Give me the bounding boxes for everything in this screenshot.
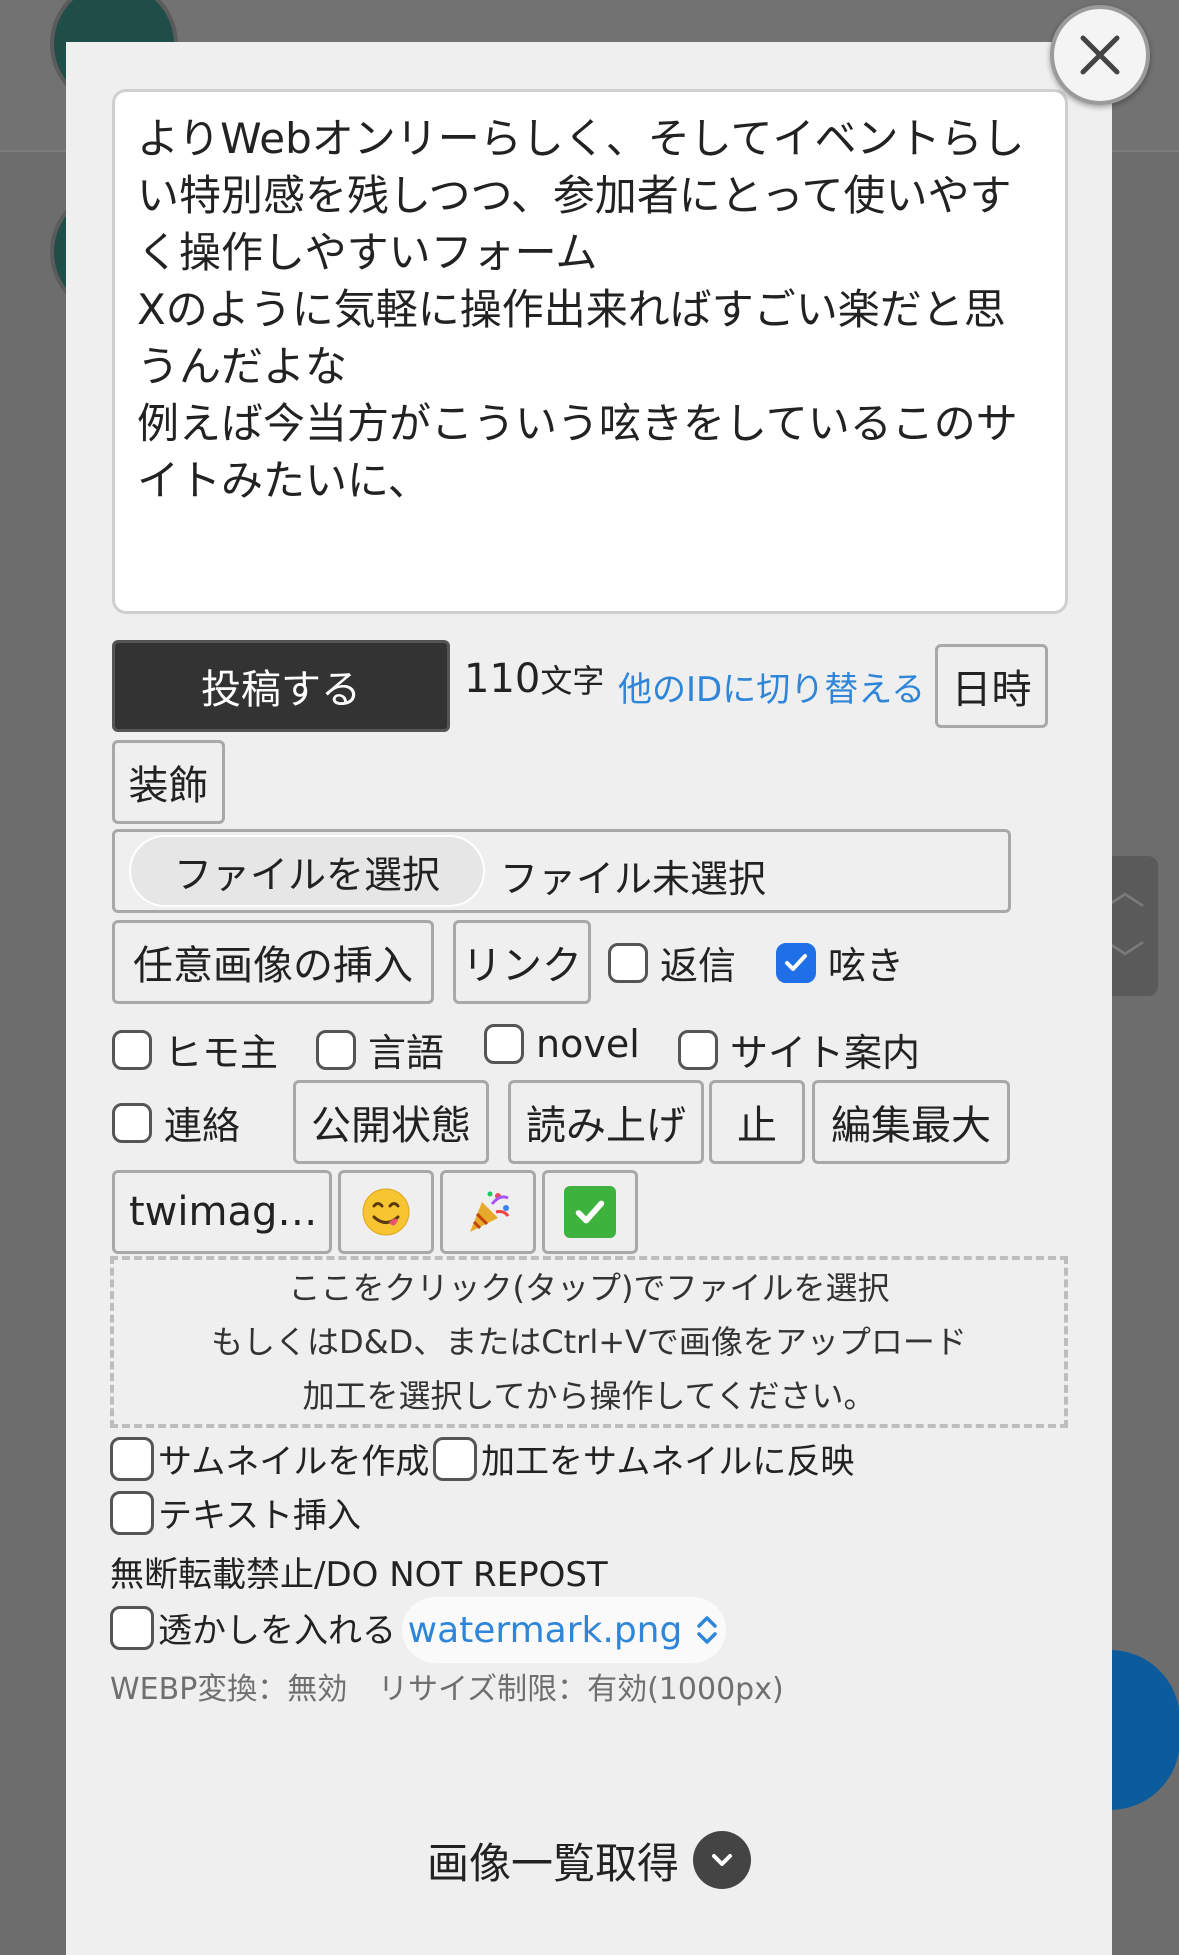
char-counter: 110文字 (464, 656, 604, 702)
post-body-textarea[interactable]: よりWebオンリーらしく、そしてイベントらしい特別感を残しつつ、参加者にとって使… (112, 89, 1068, 614)
tweet-checkbox-box[interactable] (776, 942, 816, 983)
contact-checkbox-label: 連絡 (164, 1104, 241, 1148)
novel-checkbox-label: novel (536, 1022, 640, 1066)
twimage-button[interactable]: twimag… (112, 1170, 332, 1254)
updown-chevron-icon (697, 1616, 718, 1644)
reply-checkbox[interactable]: 返信 (608, 935, 736, 990)
language-checkbox-label: 言語 (368, 1031, 445, 1075)
contact-checkbox-box[interactable] (112, 1102, 152, 1143)
tweet-checkbox[interactable]: 呟き (776, 935, 904, 990)
char-count-value: 110 (464, 656, 541, 702)
watermark-label: 透かしを入れる (158, 1611, 396, 1651)
novel-checkbox-box[interactable] (484, 1024, 524, 1064)
post-modal: よりWebオンリーらしく、そしてイベントらしい特別感を残しつつ、参加者にとって使… (66, 42, 1112, 1955)
create-thumbnail-checkbox[interactable]: サムネイルを作成 (110, 1434, 429, 1483)
upload-dropzone[interactable]: ここをクリック(タップ)でファイルを選択 もしくはD&D、またはCtrl+Vで画… (110, 1256, 1068, 1428)
fetch-images-label: 画像一覧取得 (426, 1838, 679, 1888)
insert-text-label: テキスト挿入 (158, 1496, 361, 1536)
tweet-checkbox-label: 呟き (828, 944, 905, 988)
stop-button[interactable]: 止 (709, 1080, 805, 1164)
dropzone-line-2: もしくはD&D、またはCtrl+Vで画像をアップロード (211, 1323, 967, 1361)
checkmark-icon (785, 953, 807, 971)
datetime-button[interactable]: 日時 (935, 644, 1048, 728)
resize-note: リサイズ制限：有効(1000px) (378, 1672, 784, 1707)
decoration-button[interactable]: 装飾 (112, 740, 225, 824)
visibility-button[interactable]: 公開状態 (293, 1080, 489, 1164)
char-count-unit: 文字 (540, 662, 605, 700)
link-button[interactable]: リンク (453, 920, 591, 1004)
apply-to-thumbnail-checkbox[interactable]: 加工をサムネイルに反映 (433, 1434, 854, 1483)
dropzone-line-1: ここをクリック(タップ)でファイルを選択 (288, 1269, 890, 1307)
novel-checkbox[interactable]: novel (484, 1022, 640, 1066)
himo-checkbox-box[interactable] (112, 1029, 152, 1070)
switch-id-link[interactable]: 他のIDに切り替える (618, 662, 925, 711)
insert-text-checkbox-box[interactable] (110, 1490, 154, 1535)
submit-button[interactable]: 投稿する (112, 640, 450, 732)
watermark-checkbox[interactable]: 透かしを入れる (110, 1603, 396, 1652)
edit-max-button[interactable]: 編集最大 (812, 1080, 1010, 1164)
himo-checkbox[interactable]: ヒモ主 (112, 1022, 278, 1077)
chevron-down-icon (693, 1831, 751, 1889)
close-icon (1080, 35, 1120, 75)
fetch-images-toggle[interactable]: 画像一覧取得 (392, 1810, 786, 1910)
repost-notice: 無断転載禁止/DO NOT REPOST (110, 1555, 608, 1595)
apply-to-thumbnail-label: 加工をサムネイルに反映 (481, 1442, 855, 1482)
watermark-checkbox-box[interactable] (110, 1605, 154, 1650)
contact-checkbox[interactable]: 連絡 (112, 1095, 240, 1150)
webp-note: WEBP変換：無効 (110, 1672, 348, 1707)
apply-to-thumbnail-checkbox-box[interactable] (433, 1436, 477, 1481)
file-status-text: ファイル未選択 (500, 857, 767, 901)
himo-checkbox-label: ヒモ主 (164, 1031, 279, 1075)
file-picker[interactable]: ファイルを選択 ファイル未選択 (112, 829, 1011, 913)
file-choose-button[interactable]: ファイルを選択 (129, 835, 485, 907)
party-popper-icon (470, 1191, 510, 1232)
language-checkbox[interactable]: 言語 (316, 1022, 444, 1077)
white-heavy-check-mark-icon (564, 1186, 616, 1238)
site-guide-checkbox[interactable]: サイト案内 (678, 1022, 920, 1077)
site-guide-checkbox-box[interactable] (678, 1029, 718, 1070)
close-button[interactable] (1050, 5, 1150, 105)
language-checkbox-box[interactable] (316, 1029, 356, 1070)
reply-checkbox-label: 返信 (660, 944, 737, 988)
emoji-savoring-button[interactable] (338, 1170, 434, 1254)
read-aloud-button[interactable]: 読み上げ (508, 1080, 704, 1164)
emoji-check-button[interactable] (542, 1170, 638, 1254)
insert-text-checkbox[interactable]: テキスト挿入 (110, 1488, 361, 1537)
watermark-file-select[interactable]: watermark.png (402, 1597, 726, 1663)
emoji-party-button[interactable] (440, 1170, 536, 1254)
site-guide-checkbox-label: サイト案内 (730, 1031, 921, 1075)
reply-checkbox-box[interactable] (608, 942, 648, 983)
smiling-face-savoring-food-icon (362, 1188, 410, 1236)
insert-image-button[interactable]: 任意画像の挿入 (112, 920, 434, 1004)
dropzone-line-3: 加工を選択してから操作してください。 (302, 1377, 876, 1415)
create-thumbnail-checkbox-box[interactable] (110, 1436, 154, 1481)
create-thumbnail-label: サムネイルを作成 (158, 1442, 430, 1482)
watermark-file-value: watermark.png (407, 1609, 683, 1651)
